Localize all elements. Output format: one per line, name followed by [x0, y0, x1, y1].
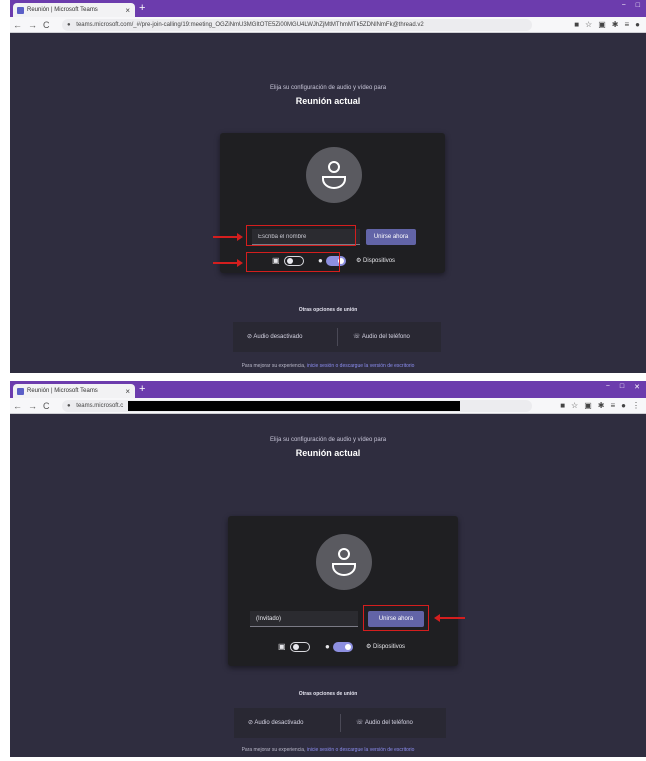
- camera-toggle[interactable]: [290, 642, 310, 652]
- screenshot-join-click-step: Reunión | Microsoft Teams × + − □ ✕ ← → …: [10, 381, 646, 757]
- reload-icon[interactable]: C: [43, 399, 50, 413]
- prejoin-subheading: Elija su configuración de audio y vídeo …: [269, 85, 387, 91]
- maximize-icon[interactable]: □: [620, 383, 624, 391]
- forward-icon[interactable]: →: [28, 18, 37, 32]
- browser-titlebar: Reunión | Microsoft Teams × + − □ ✕: [10, 381, 646, 398]
- signin-download-link[interactable]: inicie sesión o descargue la versión de …: [307, 363, 415, 369]
- audio-off-label: Audio desactivado: [254, 720, 304, 726]
- signin-download-link[interactable]: inicie sesión o descargue la versión de …: [307, 747, 415, 753]
- extension-icons: ■ ☆ ▣ ✱ ≡ ●: [574, 18, 640, 32]
- teams-favicon-icon: [17, 387, 24, 395]
- back-icon[interactable]: ←: [13, 399, 22, 413]
- profile-icon[interactable]: ●: [635, 18, 640, 32]
- highlight-join-button: [363, 605, 429, 631]
- puzzle-icon[interactable]: ✱: [598, 399, 605, 413]
- footer-text: Para mejorar su experiencia, inicie sesi…: [10, 363, 646, 369]
- browser-menu-icon[interactable]: ⋮: [632, 399, 640, 413]
- new-tab-icon[interactable]: +: [139, 2, 145, 14]
- bookmark-star-icon[interactable]: ☆: [571, 399, 578, 413]
- avatar: [316, 534, 372, 590]
- reading-list-icon[interactable]: ≡: [624, 18, 629, 32]
- separator: [340, 714, 341, 732]
- url-text: teams.microsoft.c: [76, 403, 124, 409]
- forward-icon[interactable]: →: [28, 399, 37, 413]
- url-text: teams.microsoft.com/_#/pre-join-calling/…: [76, 22, 424, 28]
- new-tab-icon[interactable]: +: [139, 383, 145, 395]
- audio-off-option[interactable]: ⊘ Audio desactivado: [247, 322, 302, 352]
- browser-tab[interactable]: Reunión | Microsoft Teams ×: [13, 384, 135, 398]
- extension-icon[interactable]: ▣: [598, 18, 606, 32]
- browser-titlebar: Reunión | Microsoft Teams × + − □: [10, 0, 646, 17]
- lock-icon: ●: [67, 403, 71, 409]
- prejoin-subheading: Elija su configuración de audio y vídeo …: [269, 437, 387, 443]
- person-icon: [322, 161, 346, 189]
- annotation-arrow: [434, 614, 465, 622]
- prejoin-card: (Invitado) Unirse ahora ▣ ● ⚙ Dispositiv…: [228, 516, 458, 666]
- name-field[interactable]: (Invitado): [250, 611, 358, 627]
- join-now-button[interactable]: Unirse ahora: [366, 229, 416, 245]
- other-options-title: Otras opciones de unión: [298, 307, 358, 313]
- footer-prefix: Para mejorar su experiencia,: [241, 363, 307, 369]
- minimize-icon[interactable]: −: [622, 2, 626, 9]
- teams-favicon-icon: [17, 6, 24, 14]
- phone-audio-label: Audio del teléfono: [361, 334, 410, 340]
- lock-icon: ●: [67, 22, 71, 28]
- devices-button[interactable]: ⚙ Dispositivos: [366, 641, 405, 653]
- person-icon: [332, 548, 356, 576]
- meeting-title: Reunión actual: [295, 448, 361, 458]
- audio-off-label: Audio desactivado: [253, 334, 303, 340]
- browser-toolbar: ← → C ● teams.microsoft.c ■ ☆ ▣ ✱ ≡ ● ⋮: [10, 398, 646, 414]
- browser-toolbar: ← → C ● teams.microsoft.com/_#/pre-join-…: [10, 17, 646, 33]
- browser-tab[interactable]: Reunión | Microsoft Teams ×: [13, 3, 135, 17]
- window-controls: − □ ✕: [606, 383, 640, 391]
- camera-blocked-icon[interactable]: ■: [560, 399, 565, 413]
- phone-audio-option[interactable]: ☏ Audio del teléfono: [356, 708, 413, 738]
- devices-label: Dispositivos: [363, 258, 396, 264]
- minimize-icon[interactable]: −: [606, 383, 610, 391]
- audio-off-option[interactable]: ⊘ Audio desactivado: [248, 708, 303, 738]
- reload-icon[interactable]: C: [43, 18, 50, 32]
- window-controls: − □: [622, 2, 640, 9]
- annotation-arrow: [213, 259, 243, 267]
- address-bar[interactable]: ● teams.microsoft.com/_#/pre-join-callin…: [62, 19, 532, 31]
- phone-audio-option[interactable]: ☏ Audio del teléfono: [353, 322, 410, 352]
- avatar: [306, 147, 362, 203]
- footer-text: Para mejorar su experiencia, inicie sesi…: [10, 747, 646, 753]
- meeting-title: Reunión actual: [295, 96, 361, 106]
- close-window-icon[interactable]: ✕: [634, 383, 640, 391]
- annotation-arrow: [213, 233, 243, 241]
- reading-list-icon[interactable]: ≡: [610, 399, 615, 413]
- extension-icons: ■ ☆ ▣ ✱ ≡ ● ⋮: [560, 399, 640, 413]
- devices-button[interactable]: ⚙ Dispositivos: [356, 255, 395, 267]
- screenshot-join-name-step: Reunión | Microsoft Teams × + − □ ← → C …: [10, 0, 646, 373]
- devices-label: Dispositivos: [373, 644, 406, 650]
- phone-audio-label: Audio del teléfono: [364, 720, 413, 726]
- microphone-icon: ●: [325, 642, 330, 651]
- other-options-title: Otras opciones de unión: [298, 691, 358, 697]
- highlight-av-toggles: [246, 252, 340, 272]
- maximize-icon[interactable]: □: [636, 2, 640, 9]
- video-off-icon: ▣: [278, 642, 286, 651]
- tab-title: Reunión | Microsoft Teams: [27, 388, 98, 394]
- camera-blocked-icon[interactable]: ■: [574, 18, 579, 32]
- microphone-toggle[interactable]: [333, 642, 353, 652]
- puzzle-icon[interactable]: ✱: [612, 18, 619, 32]
- footer-prefix: Para mejorar su experiencia,: [241, 747, 307, 753]
- tab-close-icon[interactable]: ×: [125, 6, 130, 15]
- tab-title: Reunión | Microsoft Teams: [27, 7, 98, 13]
- bookmark-star-icon[interactable]: ☆: [585, 18, 592, 32]
- highlight-name-field: [246, 225, 356, 246]
- redacted-url-bar: [128, 401, 460, 411]
- extension-icon[interactable]: ▣: [584, 399, 592, 413]
- tab-close-icon[interactable]: ×: [125, 387, 130, 396]
- separator: [337, 328, 338, 346]
- back-icon[interactable]: ←: [13, 18, 22, 32]
- profile-icon[interactable]: ●: [621, 399, 626, 413]
- join-options-bar: ⊘ Audio desactivado ☏ Audio del teléfono: [233, 322, 441, 352]
- join-options-bar: ⊘ Audio desactivado ☏ Audio del teléfono: [234, 708, 446, 738]
